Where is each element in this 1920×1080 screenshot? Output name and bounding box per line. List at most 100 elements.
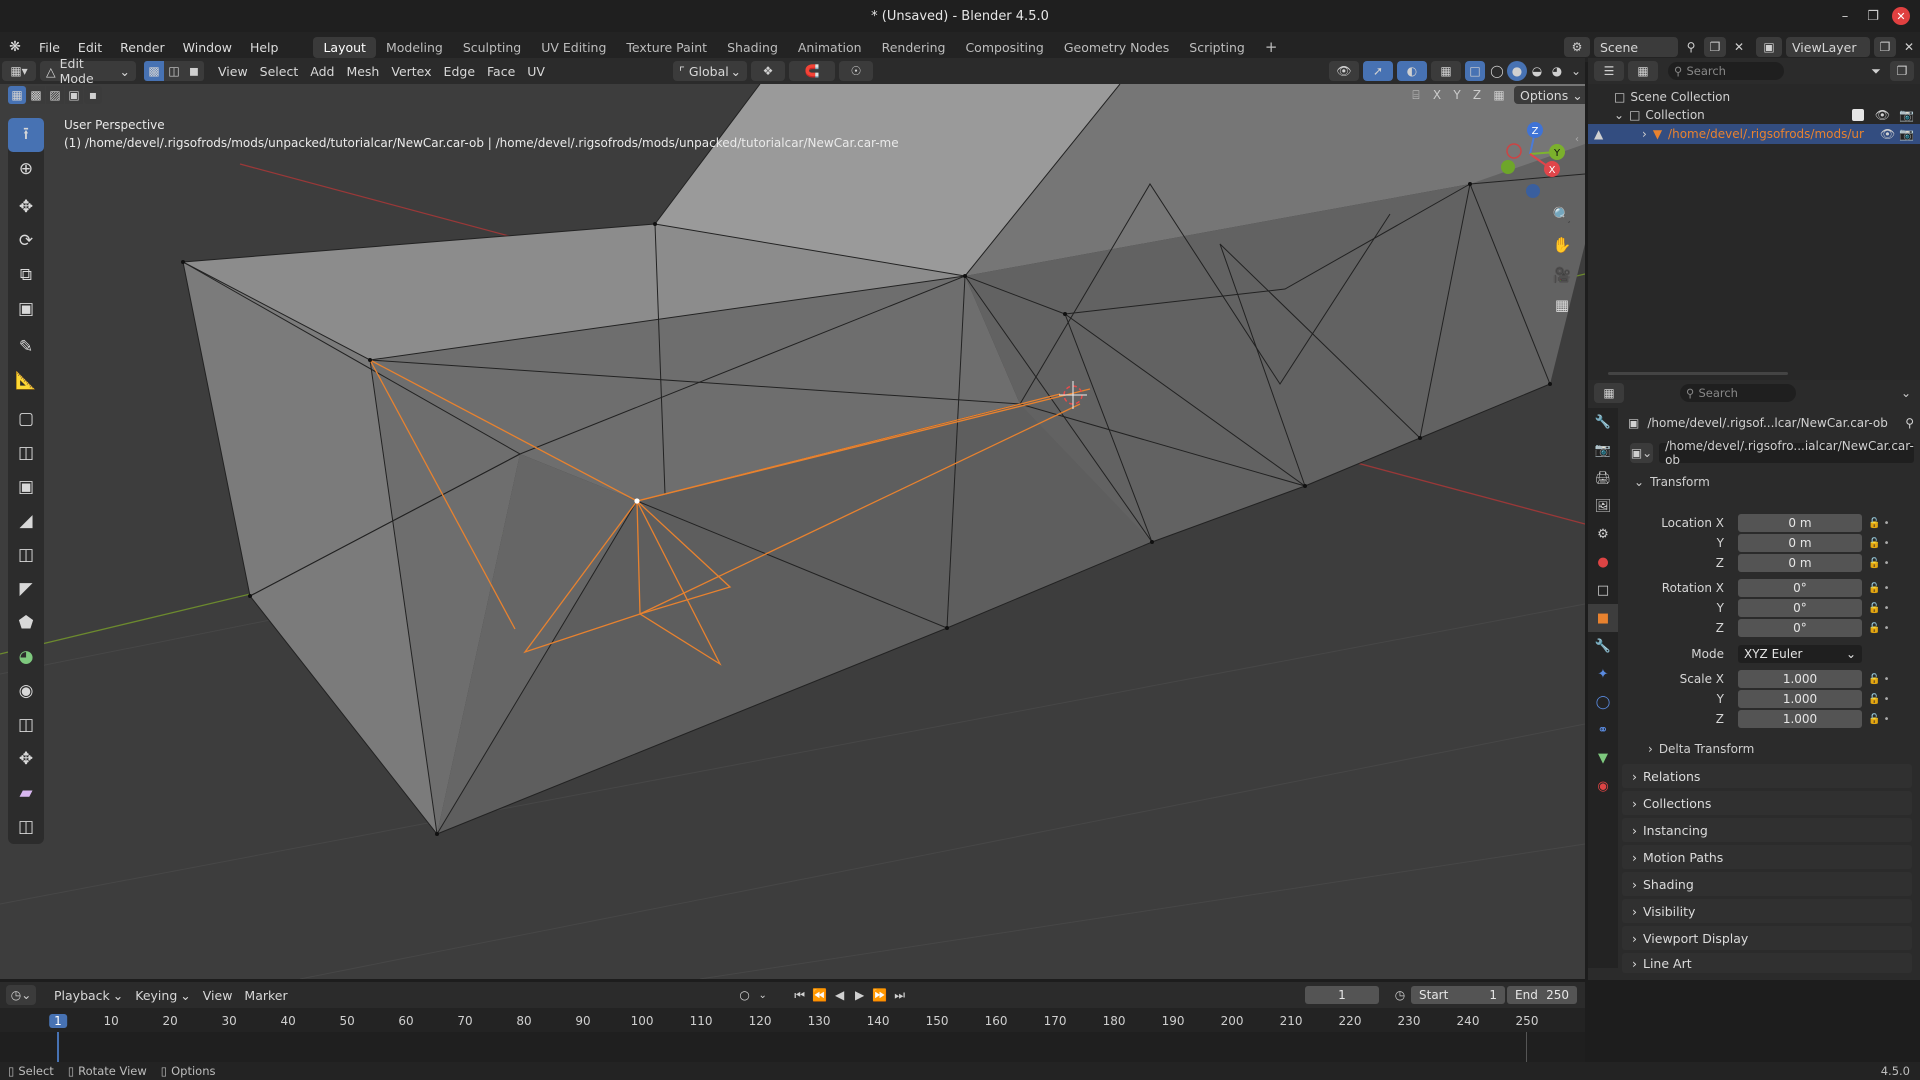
camera-view-icon[interactable]: 🎥 [1549,262,1575,288]
loop-cut-tool-icon[interactable]: ◫ [8,538,44,572]
visibility-panel[interactable]: › Visibility [1622,899,1912,923]
menu-file[interactable]: File [30,40,69,55]
solid-shading-icon[interactable]: ● [1507,61,1527,81]
tab-compositing[interactable]: Compositing [955,37,1053,58]
maximize-icon[interactable]: ❐ [1860,0,1886,32]
rotation-mode-select[interactable]: XYZ Euler ⌄ [1738,645,1862,663]
select-new-icon[interactable]: ▦ [8,86,26,104]
inset-tool-icon[interactable]: ▣ [8,470,44,504]
transform-panel-header[interactable]: ⌄ Transform [1634,475,1710,489]
snap-icon[interactable]: 🧲 [788,61,835,81]
mesh-edit-overlay-icon[interactable]: ▦ [1431,61,1461,81]
outliner-search-input[interactable]: ⚲ Search [1668,62,1784,80]
chevron-down-icon[interactable]: ⌄ [756,990,770,1001]
blender-logo-icon[interactable]: ❋ [0,39,30,55]
jump-start-icon[interactable]: ⏮ [790,988,810,1003]
object-tab-icon[interactable]: ■ [1588,604,1618,632]
cursor-tool-icon[interactable]: ⊕ [8,152,44,186]
lock-icon[interactable]: 🔓 • [1868,579,1908,599]
tab-layout[interactable]: Layout [313,36,376,58]
minimize-icon[interactable]: – [1832,0,1858,32]
scale-x-field[interactable]: 1.000 [1738,670,1862,688]
scene-collection-row[interactable]: □ Scene Collection [1614,90,1730,104]
menu-add[interactable]: Add [304,61,340,81]
rotation-x-field[interactable]: 0° [1738,579,1862,597]
menu-select[interactable]: Select [254,61,305,81]
tool-tab-icon[interactable]: 🔧 [1588,408,1618,436]
pivot-point-icon[interactable]: ❖ [750,61,785,81]
jump-end-icon[interactable]: ⏭ [890,988,910,1003]
world-tab-icon[interactable]: ● [1588,548,1618,576]
lock-icon[interactable]: 🔓 • [1868,619,1908,639]
outliner-scrollbar[interactable] [1608,372,1788,375]
lock-icon[interactable]: 🔓 • [1868,710,1908,730]
measure-tool-icon[interactable]: 📐 [8,364,44,398]
3d-viewport[interactable]: Z Y X User Perspective (1) /home/devel/.… [0,84,1585,979]
menu-render[interactable]: Render [111,40,174,55]
move-tool-icon[interactable]: ✥ [8,190,44,224]
display-mode-icon[interactable]: ▦ [1628,61,1658,81]
edge-slide-tool-icon[interactable]: ◫ [8,708,44,742]
line-art-panel[interactable]: › Line Art [1622,953,1912,973]
visibility-icon[interactable]: 👁 [1329,61,1359,81]
new-collection-icon[interactable]: ❐ [1890,61,1914,81]
viewport-display-panel[interactable]: › Viewport Display [1622,926,1912,950]
wireframe-shading-icon[interactable]: ◯ [1487,61,1507,81]
shading-panel[interactable]: › Shading [1622,872,1912,896]
timeline-view-menu[interactable]: View [197,985,239,1005]
vertex-select-icon[interactable]: ▩ [144,61,164,81]
overlay-toggle-icon[interactable]: ◐ [1397,61,1427,81]
object-name-field[interactable]: /home/devel/.rigsofro...ialcar/NewCar.ca… [1659,439,1914,467]
select-intersect-icon[interactable]: ▪ [84,86,102,104]
tab-modeling[interactable]: Modeling [376,37,453,58]
instancing-panel[interactable]: › Instancing [1622,818,1912,842]
menu-window[interactable]: Window [174,40,241,55]
tab-texture-paint[interactable]: Texture Paint [616,37,717,58]
mode-selector[interactable]: △ Edit Mode ⌄ [40,56,136,86]
sidebar-toggle-icon[interactable]: ‹ [1575,134,1579,145]
transform-tool-icon[interactable]: ▣ [8,292,44,326]
new-scene-icon[interactable]: ❐ [1704,37,1726,57]
playback-menu[interactable]: Playback ⌄ [48,985,129,1005]
view-layer-tab-icon[interactable]: 🖼 [1588,492,1618,520]
chevron-down-icon[interactable]: ⌄ [1896,386,1916,400]
xray-toggle-icon[interactable]: □ [1465,61,1485,81]
menu-mesh[interactable]: Mesh [340,61,385,81]
start-frame-field[interactable]: Start 1 [1411,986,1505,1004]
menu-edge[interactable]: Edge [438,61,481,81]
object-row[interactable]: ▲ › ▼ /home/devel/.rigsofrods/mods/ur 👁 … [1588,124,1920,144]
location-z-field[interactable]: 0 m [1738,554,1862,572]
edge-select-icon[interactable]: ◫ [164,61,184,81]
select-box-tool-icon[interactable]: ⭱ [8,118,44,152]
smooth-tool-icon[interactable]: ◉ [8,674,44,708]
rotation-z-field[interactable]: 0° [1738,619,1862,637]
options-dropdown[interactable]: Options ⌄ [1514,86,1585,104]
add-workspace-icon[interactable]: + [1255,35,1288,59]
pin-icon[interactable]: ⚲ [1680,40,1702,54]
menu-view[interactable]: View [212,61,254,81]
auto-keying-icon[interactable]: ○ [734,988,756,1002]
tab-sculpting[interactable]: Sculpting [453,37,531,58]
timeline-area[interactable]: 1 10 20 30 40 50 60 70 80 90 100 110 120 130 140 150 160… [0,1008,1585,1068]
mirror-x-button[interactable]: X [1428,86,1446,104]
keying-menu[interactable]: Keying ⌄ [129,985,196,1005]
scale-z-field[interactable]: 1.000 [1738,710,1862,728]
lock-icon[interactable]: 🔓 • [1868,670,1908,690]
relations-panel[interactable]: › Relations [1622,764,1912,788]
select-extend-icon[interactable]: ▩ [27,86,45,104]
play-reverse-icon[interactable]: ◀ [830,988,850,1002]
rotation-y-field[interactable]: 0° [1738,599,1862,617]
prev-keyframe-icon[interactable]: ⏪ [810,988,830,1002]
face-select-icon[interactable]: ◼ [184,61,204,81]
spin-tool-icon[interactable]: ◕ [8,640,44,674]
add-cube-tool-icon[interactable]: ▢ [8,402,44,436]
collection-tab-icon[interactable]: □ [1588,576,1618,604]
camera-icon[interactable]: 📷 [1899,108,1914,122]
pin-icon[interactable]: ⚲ [1905,416,1914,430]
viewlayer-icon[interactable]: ▣ [1756,37,1782,57]
object-browse-icon[interactable]: ▣⌄ [1630,443,1654,463]
rip-tool-icon[interactable]: ◫ [8,810,44,844]
lock-icon[interactable]: 🔓 • [1868,690,1908,710]
output-tab-icon[interactable]: 🖨 [1588,464,1618,492]
mirror-z-button[interactable]: Z [1468,86,1486,104]
